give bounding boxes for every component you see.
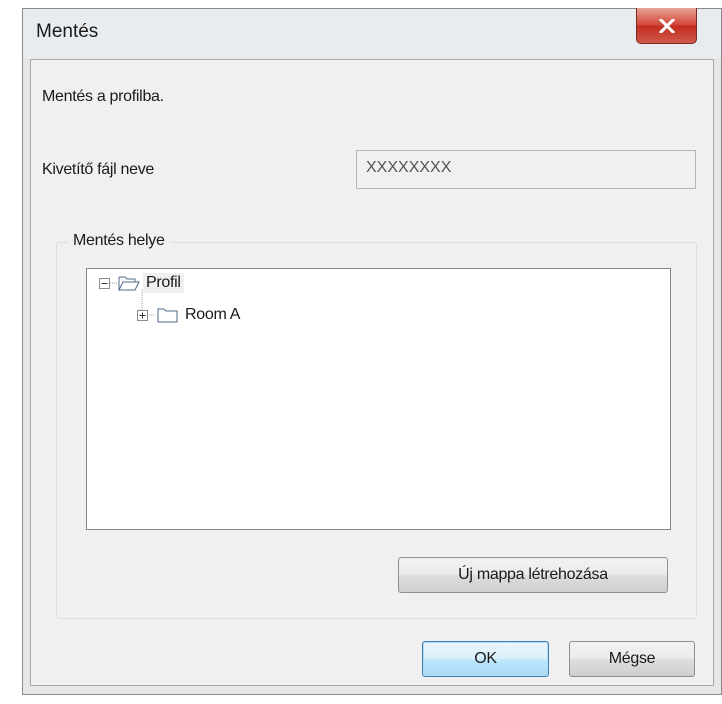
tree-item-label: Room A	[185, 306, 241, 323]
filename-field[interactable]: XXXXXXXX	[356, 150, 696, 189]
save-dialog-window: Mentés Mentés a profilba. Kivetítő fájl …	[22, 8, 722, 695]
new-folder-button[interactable]: Új mappa létrehozása	[398, 557, 668, 593]
folder-icon	[157, 308, 178, 323]
folder-tree[interactable]: Profil Room A	[86, 268, 671, 530]
collapse-icon[interactable]	[99, 277, 110, 289]
filename-label: Kivetítő fájl neve	[42, 161, 154, 178]
window-title: Mentés	[36, 21, 99, 42]
tree-item-room-a[interactable]: Room A	[137, 304, 243, 326]
save-location-group: Mentés helye Profil Room A Új mappa létr…	[56, 232, 697, 619]
close-icon	[658, 18, 675, 33]
tree-item-label: Profil	[143, 273, 184, 293]
save-location-group-label: Mentés helye	[68, 232, 170, 250]
dialog-client-area: Mentés a profilba. Kivetítő fájl neve XX…	[30, 59, 714, 686]
folder-open-icon	[118, 276, 140, 291]
tree-item-profil[interactable]: Profil	[99, 272, 184, 294]
cancel-button[interactable]: Mégse	[569, 641, 695, 677]
expand-icon[interactable]	[137, 309, 148, 321]
ok-button[interactable]: OK	[422, 641, 549, 677]
title-bar[interactable]: Mentés	[23, 8, 721, 59]
instruction-text: Mentés a profilba.	[42, 88, 164, 105]
close-button[interactable]	[636, 8, 697, 44]
